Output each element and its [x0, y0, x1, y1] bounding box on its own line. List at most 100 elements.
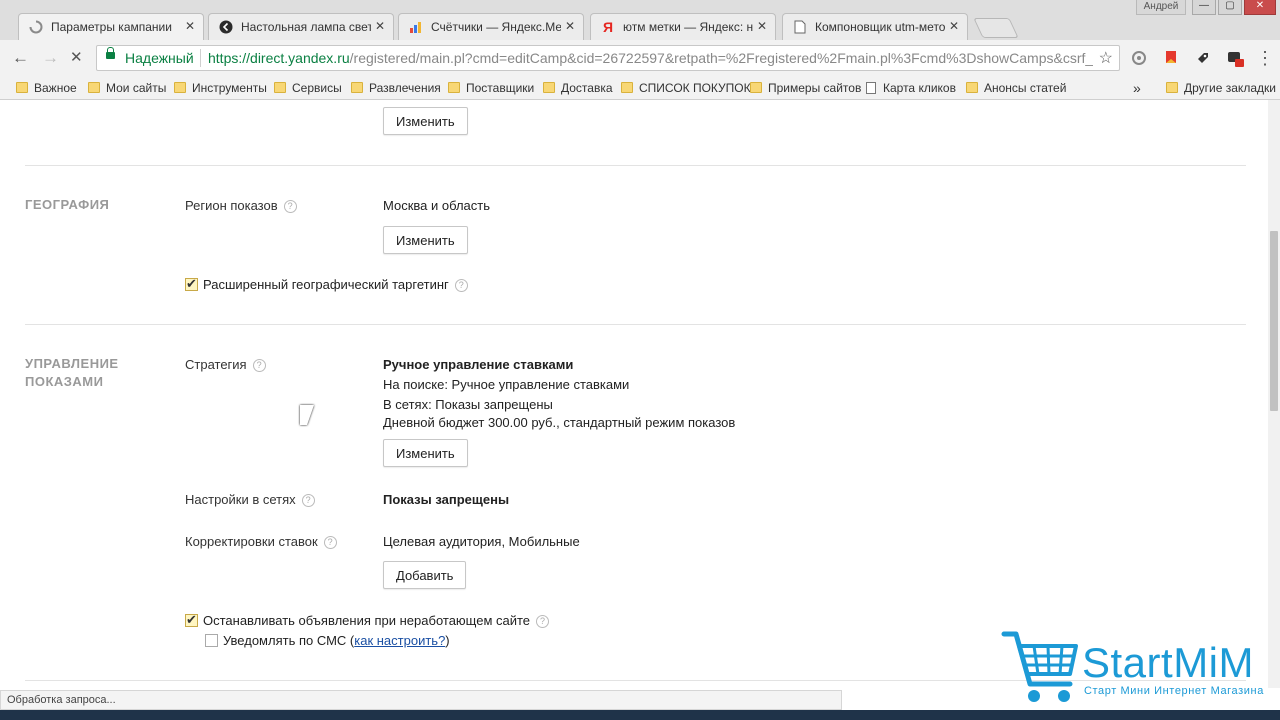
display-management-heading: УПРАВЛЕНИЕ ПОКАЗАМИ [25, 355, 119, 391]
help-icon[interactable]: ? [283, 200, 297, 213]
bookmark-folder[interactable]: Сервисы [274, 80, 342, 96]
region-label: Регион показов? [185, 198, 297, 213]
new-tab-button[interactable] [973, 18, 1019, 38]
forward-icon[interactable]: → [42, 49, 59, 66]
url-text[interactable]: https://direct.yandex.ru/registered/main… [208, 50, 1093, 66]
tab-close-icon[interactable]: ✕ [185, 19, 195, 33]
extended-geo-label: Расширенный географический таргетинг [203, 277, 449, 292]
checkbox-unchecked-icon[interactable] [205, 634, 218, 647]
bookmark-folder[interactable]: Анонсы статей [966, 80, 1066, 96]
menu-kebab-icon[interactable]: ⋮ [1256, 49, 1274, 67]
extension-badge-icon[interactable] [1227, 50, 1244, 67]
change-region-button[interactable]: Изменить [383, 226, 468, 254]
bookmark-label: Другие закладки [1184, 81, 1276, 95]
browser-toolbar: ← → ✕ Надежный https://direct.yandex.ru/… [0, 40, 1280, 76]
window-user-label[interactable]: Андрей [1136, 0, 1186, 15]
bookmark-page[interactable]: Карта кликов [866, 80, 956, 96]
secure-label: Надежный [125, 50, 194, 66]
tab-title: Настольная лампа светод [241, 20, 371, 34]
strategy-budget: Дневной бюджет 300.00 руб., стандартный … [383, 415, 736, 430]
add-bid-adjustment-button[interactable]: Добавить [383, 561, 467, 589]
bookmark-label: Доставка [561, 81, 613, 95]
scroll-thumb[interactable] [1270, 231, 1278, 411]
network-label-text: Настройки в сетях [185, 492, 296, 507]
folder-icon [543, 82, 555, 93]
minimize-button[interactable]: — [1192, 0, 1216, 15]
bookmark-folder[interactable]: СПИСОК ПОКУПОК [621, 80, 751, 96]
change-button[interactable]: Изменить [383, 107, 468, 135]
bookmark-folder[interactable]: Мои сайты [88, 80, 166, 96]
bookmark-label: СПИСОК ПОКУПОК [639, 81, 751, 95]
page-content: Изменить ГЕОГРАФИЯ Регион показов? Москв… [0, 100, 1268, 688]
window-close-button[interactable]: ✕ [1244, 0, 1276, 15]
extension-circle-icon[interactable] [1131, 50, 1147, 66]
metrika-icon [409, 20, 423, 34]
tab-title: ютм метки — Яндекс: нац [623, 20, 753, 34]
checkbox-checked-icon[interactable] [185, 612, 198, 628]
strategy-label-text: Стратегия [185, 357, 247, 372]
tab-metrika-counters[interactable]: Счётчики — Яндекс.Метр ✕ [398, 13, 584, 40]
bookmark-folder[interactable]: Доставка [543, 80, 613, 96]
tab-campaign-settings[interactable]: Параметры кампании ✕ [18, 13, 204, 40]
folder-icon [621, 82, 633, 93]
bookmark-label: Инструменты [192, 81, 267, 95]
region-value: Москва и область [383, 198, 491, 213]
tab-close-icon[interactable]: ✕ [375, 19, 385, 33]
folder-icon [351, 82, 363, 93]
bookmark-label: Сервисы [292, 81, 342, 95]
strategy-title: Ручное управление ставками [383, 357, 574, 372]
help-icon[interactable]: ? [323, 536, 337, 549]
tab-desk-lamp[interactable]: Настольная лампа светод ✕ [208, 13, 394, 40]
bookmark-star-icon[interactable]: ☆ [1099, 48, 1113, 68]
tab-utm-builder[interactable]: Компоновщик utm-меток ✕ [782, 13, 968, 40]
stop-ads-option[interactable]: Останавливать объявления при неработающе… [185, 612, 550, 628]
help-icon[interactable]: ? [454, 279, 468, 292]
tab-close-icon[interactable]: ✕ [565, 19, 575, 33]
strategy-networks: В сетях: Показы запрещены [383, 397, 553, 412]
help-icon[interactable]: ? [301, 494, 315, 507]
bookmark-folder[interactable]: Поставщики [448, 80, 534, 96]
tab-yandex-search[interactable]: Я ютм метки — Яндекс: нац ✕ [590, 13, 776, 40]
region-label-text: Регион показов [185, 198, 278, 213]
tab-strip: Андрей — ▢ ✕ Параметры кампании ✕ Настол… [0, 0, 1280, 40]
address-bar[interactable]: Надежный https://direct.yandex.ru/regist… [96, 45, 1120, 71]
tab-title: Компоновщик utm-меток [815, 20, 945, 34]
extension-rocket-icon[interactable] [1195, 50, 1211, 66]
folder-icon [966, 82, 978, 93]
bid-value: Целевая аудитория, Мобильные [383, 534, 580, 549]
loading-spinner-icon [29, 20, 43, 34]
page-scrollbar[interactable] [1268, 100, 1280, 688]
help-icon[interactable]: ? [252, 359, 266, 372]
tab-close-icon[interactable]: ✕ [757, 19, 767, 33]
watermark-tagline: Старт Мини Интернет Магазина [1084, 685, 1264, 697]
bookmark-folder[interactable]: Развлечения [351, 80, 441, 96]
bookmark-label: Примеры сайтов [768, 81, 862, 95]
change-strategy-button[interactable]: Изменить [383, 439, 468, 467]
folder-icon [750, 82, 762, 93]
tab-title: Параметры кампании [51, 20, 172, 34]
omnibox-separator [200, 49, 201, 67]
url-scheme: https:// [208, 50, 251, 66]
tab-close-icon[interactable]: ✕ [949, 19, 959, 33]
sms-setup-link[interactable]: как настроить? [354, 633, 445, 648]
maximize-button[interactable]: ▢ [1218, 0, 1242, 15]
other-bookmarks[interactable]: Другие закладки [1166, 80, 1276, 96]
bookmark-label: Важное [34, 81, 77, 95]
stop-loading-icon[interactable]: ✕ [70, 49, 83, 66]
bookmark-folder[interactable]: Инструменты [174, 80, 267, 96]
network-value: Показы запрещены [383, 492, 510, 507]
url-host: direct.yandex.ru [250, 50, 350, 66]
bookmarks-overflow-icon[interactable]: » [1133, 80, 1141, 96]
bookmark-folder[interactable]: Примеры сайтов [750, 80, 861, 96]
help-icon[interactable]: ? [536, 615, 550, 628]
back-icon[interactable]: ← [12, 49, 29, 66]
sms-notify-option[interactable]: Уведомлять по СМС (как настроить?) [205, 633, 450, 648]
strategy-label: Стратегия? [185, 357, 266, 372]
heading-line: ПОКАЗАМИ [25, 374, 104, 389]
checkbox-checked-icon[interactable] [185, 276, 198, 292]
bookmark-label: Развлечения [369, 81, 441, 95]
extended-geo-targeting[interactable]: Расширенный географический таргетинг? [185, 276, 468, 292]
bookmark-folder[interactable]: Важное [16, 80, 77, 96]
watermark-brand: StartMiM [1082, 639, 1254, 686]
extension-bookmark-flag-icon[interactable] [1163, 50, 1179, 66]
